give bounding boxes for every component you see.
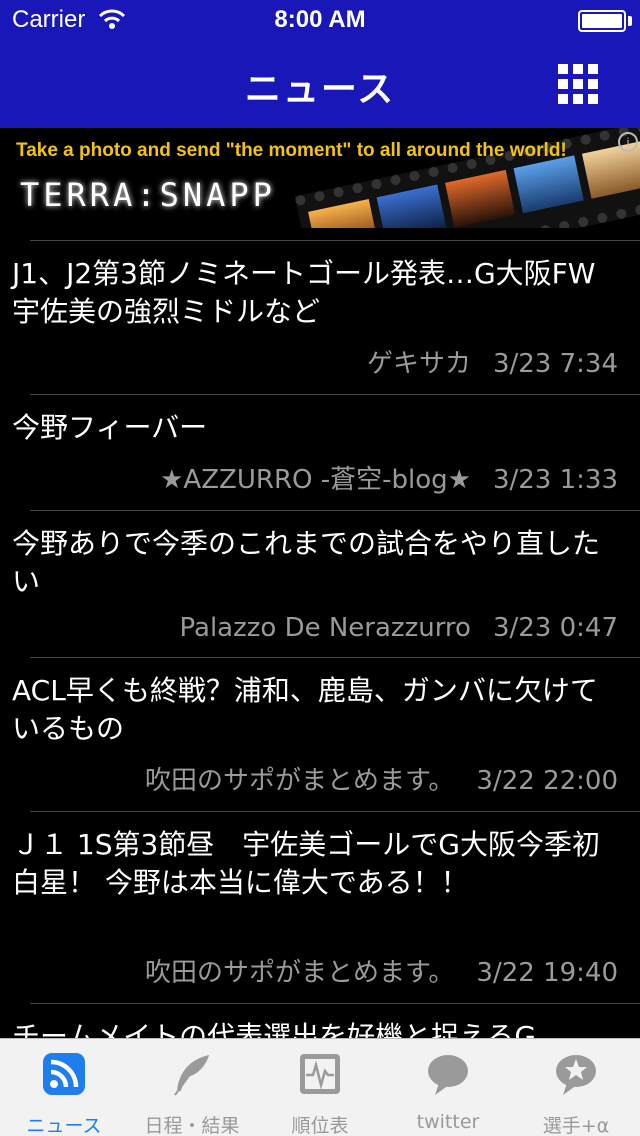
news-item[interactable]: 今野ありで今季のこれまでの試合をやり直したい Palazzo De Nerazz… <box>0 511 640 657</box>
news-meta: ★AZZURRO -蒼空-blog★ 3/23 1:33 <box>12 447 618 510</box>
news-date: 3/23 0:47 <box>492 613 618 643</box>
news-item[interactable]: 今野フィーバー ★AZZURRO -蒼空-blog★ 3/23 1:33 <box>0 395 640 510</box>
ad-brand-logo: TERRA:SNAPP <box>20 176 276 214</box>
tab-label: 順位表 <box>291 1115 349 1136</box>
news-source: ゲキサカ <box>366 349 471 379</box>
tab-standings[interactable]: 順位表 <box>256 1039 384 1136</box>
news-title: 今野ありで今季のこれまでの試合をやり直したい <box>12 527 601 598</box>
status-bar: Carrier 8:00 AM <box>0 0 640 40</box>
tab-schedule[interactable]: 日程・結果 <box>128 1039 256 1136</box>
tab-players[interactable]: 選手+α <box>512 1039 640 1136</box>
star-bubble-icon <box>556 1055 596 1095</box>
battery-icon <box>578 10 626 32</box>
news-date: 3/22 19:40 <box>476 958 618 988</box>
tab-label: 日程・結果 <box>144 1115 240 1136</box>
news-source: Palazzo De Nerazzurro <box>179 613 471 643</box>
news-item[interactable]: ACL早くも終戦？浦和、鹿島、ガンバに欠けているもの 吹田のサポがまとめます。 3… <box>0 658 640 811</box>
news-source: ★AZZURRO -蒼空-blog★ <box>160 465 471 495</box>
news-title: Ｊ１ 1S第3節昼 宇佐美ゴールでG大阪今季初白星！ 今野は本当に偉大である！！ <box>12 828 601 899</box>
tab-twitter[interactable]: twitter <box>384 1039 512 1136</box>
news-list: J1、J2第3節ノミネートゴール発表…G大阪FW宇佐美の強烈ミドルなど ゲキサカ… <box>0 228 640 1038</box>
speech-bubble-icon <box>428 1055 468 1095</box>
tab-bar: ニュース 日程・結果 順位表 twitter 選手+α <box>0 1038 640 1136</box>
news-title: J1、J2第3節ノミネートゴール発表…G大阪FW宇佐美の強烈ミドルなど <box>12 257 596 328</box>
news-title: ACL早くも終戦？浦和、鹿島、ガンバに欠けているもの <box>12 674 598 745</box>
ad-info-icon[interactable]: i <box>618 132 638 152</box>
tab-news[interactable]: ニュース <box>0 1039 128 1136</box>
chart-monitor-icon <box>300 1054 340 1094</box>
news-meta: ゲキサカ 3/23 7:34 <box>12 331 618 394</box>
tab-label: 選手+α <box>542 1115 610 1136</box>
battery-nub <box>628 16 632 26</box>
ad-banner[interactable]: Take a photo and send "the moment" to al… <box>0 128 640 228</box>
ad-tagline: Take a photo and send "the moment" to al… <box>16 140 567 161</box>
news-date: 3/23 7:34 <box>492 349 618 379</box>
news-source: 吹田のサポがまとめます。 <box>145 958 455 988</box>
news-title: チームメイトの代表選出を好機と捉えるG <box>12 1020 537 1038</box>
news-meta: Palazzo De Nerazzurro 3/23 0:47 <box>12 601 619 657</box>
tab-label: ニュース <box>26 1115 102 1136</box>
news-meta: 吹田のサポがまとめます。 3/22 19:40 <box>12 940 618 1003</box>
news-item[interactable]: J1、J2第3節ノミネートゴール発表…G大阪FW宇佐美の強烈ミドルなど ゲキサカ… <box>0 241 640 394</box>
news-source: 吹田のサポがまとめます。 <box>145 766 455 796</box>
news-date: 3/22 22:00 <box>476 766 618 796</box>
page-title: ニュース <box>244 69 396 110</box>
tab-label: twitter <box>416 1111 480 1133</box>
news-title: 今野フィーバー <box>12 411 208 444</box>
news-date: 3/23 1:33 <box>492 465 618 495</box>
rss-icon <box>43 1053 85 1095</box>
news-item[interactable]: Ｊ１ 1S第3節昼 宇佐美ゴールでG大阪今季初白星！ 今野は本当に偉大である！！… <box>0 812 640 1003</box>
news-meta: 吹田のサポがまとめます。 3/22 22:00 <box>12 748 618 811</box>
news-item[interactable]: チームメイトの代表選出を好機と捉えるG <box>0 1004 640 1038</box>
quill-icon <box>174 1055 209 1096</box>
grid-menu-button[interactable] <box>558 64 598 104</box>
header: Carrier 8:00 AM ニュース <box>0 0 640 128</box>
status-time: 8:00 AM <box>274 6 366 33</box>
